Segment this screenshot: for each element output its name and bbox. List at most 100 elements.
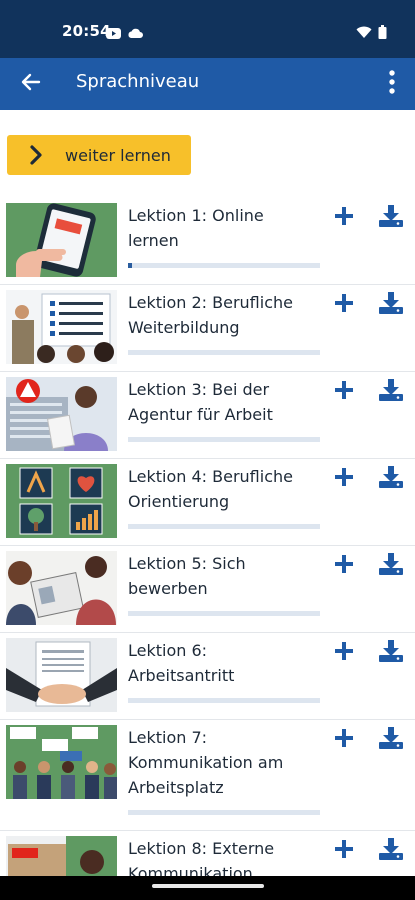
lesson-title: Lektion 5: Sich bewerben (128, 551, 323, 601)
lesson-title-line: Lektion 7: (128, 728, 208, 747)
download-icon (378, 378, 404, 406)
download-icon (378, 639, 404, 667)
download-icon (378, 465, 404, 493)
arrow-left-icon (21, 73, 41, 95)
lesson-row[interactable]: Lektion 7: Kommunikation am Arbeitsplatz (0, 720, 415, 831)
lesson-progress-fill (128, 263, 132, 268)
add-lesson-button[interactable] (331, 640, 357, 666)
status-icons-right (356, 24, 387, 43)
add-lesson-button[interactable] (331, 292, 357, 318)
plus-icon (333, 466, 355, 492)
lesson-title-line: Orientierung (128, 492, 230, 511)
lesson-progress-bar (128, 437, 320, 442)
lesson-title-line: Lektion 4: Berufliche (128, 467, 293, 486)
lesson-title-line: bewerben (128, 579, 208, 598)
download-icon (378, 291, 404, 319)
lesson-title: Lektion 3: Bei der Agentur für Arbeit (128, 377, 323, 427)
lesson-title-line: Lektion 3: Bei der (128, 380, 270, 399)
download-lesson-button[interactable] (376, 466, 406, 492)
lesson-title-line: Lektion 5: Sich (128, 554, 246, 573)
lesson-row[interactable]: Lektion 6: Arbeitsantritt (0, 633, 415, 720)
lesson-title-line: Kommunikation am (128, 753, 284, 772)
lesson-row[interactable]: Lektion 3: Bei der Agentur für Arbeit (0, 372, 415, 459)
plus-icon (333, 292, 355, 318)
add-lesson-button[interactable] (331, 379, 357, 405)
add-lesson-button[interactable] (331, 727, 357, 753)
youtube-icon (106, 24, 121, 43)
download-icon (378, 204, 404, 232)
download-lesson-button[interactable] (376, 640, 406, 666)
system-navigation-bar (0, 876, 415, 900)
lesson-row[interactable]: Lektion 4: Berufliche Orientierung (0, 459, 415, 546)
download-icon (378, 726, 404, 754)
lesson-title-line: Arbeitsantritt (128, 666, 235, 685)
plus-icon (333, 205, 355, 231)
battery-icon (378, 24, 387, 43)
lesson-title: Lektion 7: Kommunikation am Arbeitsplatz (128, 725, 323, 800)
lesson-title: Lektion 2: Berufliche Weiterbildung (128, 290, 323, 340)
lesson-title: Lektion 6: Arbeitsantritt (128, 638, 323, 688)
lesson-progress-bar (128, 263, 320, 268)
plus-icon (333, 838, 355, 864)
back-button[interactable] (16, 70, 46, 98)
lesson-thumbnail (6, 464, 117, 538)
download-icon (378, 837, 404, 865)
app-bar: Sprachniveau (0, 58, 415, 110)
download-lesson-button[interactable] (376, 553, 406, 579)
lesson-title-line: Lektion 8: Externe (128, 839, 275, 858)
lesson-title-line: Lektion 6: (128, 641, 208, 660)
status-bar: 20:54 (0, 0, 415, 58)
plus-icon (333, 553, 355, 579)
lesson-thumbnail (6, 836, 117, 876)
overflow-menu-button[interactable] (381, 68, 403, 100)
lesson-progress-bar (128, 350, 320, 355)
lesson-title-line: Weiterbildung (128, 318, 240, 337)
lesson-thumbnail (6, 638, 117, 712)
lesson-title: Lektion 4: Berufliche Orientierung (128, 464, 323, 514)
lesson-thumbnail (6, 551, 117, 625)
add-lesson-button[interactable] (331, 553, 357, 579)
lesson-progress-bar (128, 698, 320, 703)
page-title: Sprachniveau (76, 71, 200, 92)
download-lesson-button[interactable] (376, 379, 406, 405)
lesson-title-line: Lektion 2: Berufliche (128, 293, 293, 312)
lesson-row[interactable]: Lektion 8: Externe Kommunikation (0, 831, 415, 876)
lesson-thumbnail (6, 377, 117, 451)
add-lesson-button[interactable] (331, 466, 357, 492)
plus-icon (333, 379, 355, 405)
lesson-progress-bar (128, 524, 320, 529)
lesson-title-line: Lektion 1: Online (128, 206, 264, 225)
download-lesson-button[interactable] (376, 205, 406, 231)
lesson-title-line: Kommunikation (128, 864, 253, 876)
status-time: 20:54 (62, 22, 111, 40)
lesson-row[interactable]: Lektion 1: Online lernen (0, 195, 415, 285)
lesson-title-line: lernen (128, 231, 179, 250)
home-gesture-handle[interactable] (152, 884, 264, 888)
lesson-row[interactable]: Lektion 5: Sich bewerben (0, 546, 415, 633)
plus-icon (333, 727, 355, 753)
lesson-thumbnail (6, 290, 117, 364)
download-lesson-button[interactable] (376, 838, 406, 864)
download-lesson-button[interactable] (376, 727, 406, 753)
status-icons-left (106, 24, 143, 43)
more-vertical-icon (389, 70, 395, 98)
lesson-title-line: Arbeitsplatz (128, 778, 224, 797)
lesson-title-line: Agentur für Arbeit (128, 405, 273, 424)
lesson-title: Lektion 1: Online lernen (128, 203, 323, 253)
lesson-row[interactable]: Lektion 2: Berufliche Weiterbildung (0, 285, 415, 372)
cloud-icon (127, 24, 143, 43)
continue-learning-button[interactable]: weiter lernen (7, 135, 191, 175)
add-lesson-button[interactable] (331, 838, 357, 864)
lesson-progress-bar (128, 810, 320, 815)
download-icon (378, 552, 404, 580)
lesson-progress-bar (128, 611, 320, 616)
plus-icon (333, 640, 355, 666)
lesson-thumbnail (6, 725, 117, 799)
continue-learning-label: weiter lernen (65, 145, 171, 165)
lesson-thumbnail (6, 203, 117, 277)
wifi-icon (356, 24, 372, 43)
add-lesson-button[interactable] (331, 205, 357, 231)
chevron-right-icon (29, 144, 47, 166)
download-lesson-button[interactable] (376, 292, 406, 318)
lesson-title: Lektion 8: Externe Kommunikation (128, 836, 323, 876)
